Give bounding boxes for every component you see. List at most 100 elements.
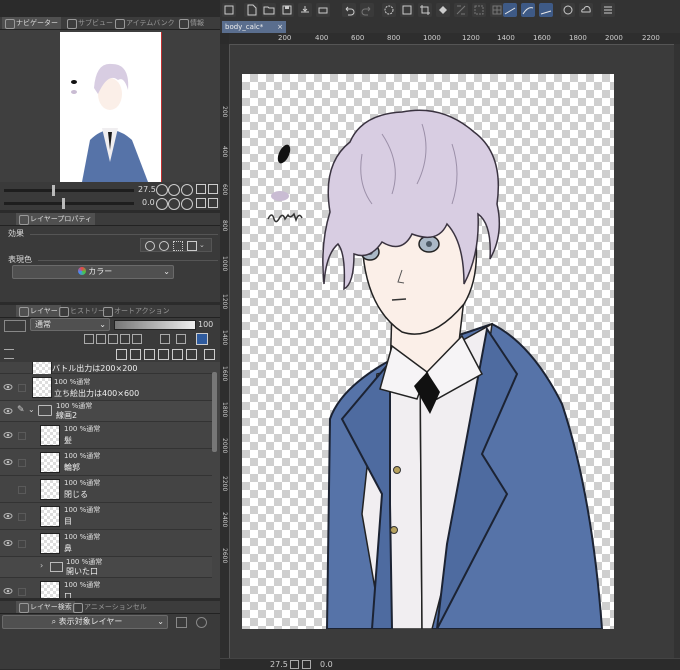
layer-color-icon[interactable] bbox=[187, 241, 197, 251]
pen-icon[interactable]: ✎ bbox=[17, 405, 25, 415]
new-raster-layer-icon[interactable] bbox=[116, 349, 127, 360]
border-effect-icon[interactable] bbox=[145, 241, 155, 251]
chevron-down-icon[interactable]: ⌄ bbox=[28, 405, 35, 414]
tab-info[interactable]: 情報 bbox=[176, 17, 207, 29]
transform-icon[interactable] bbox=[454, 3, 468, 17]
layer-color-swatch[interactable] bbox=[196, 333, 208, 345]
lock-checkbox[interactable] bbox=[18, 384, 26, 392]
menu-icon[interactable] bbox=[601, 3, 615, 17]
zoom-slider[interactable] bbox=[4, 189, 134, 192]
eye-icon[interactable] bbox=[3, 511, 13, 521]
zoom-slider-handle[interactable] bbox=[52, 185, 55, 196]
layer-panel-menu-icon[interactable] bbox=[4, 349, 14, 359]
transfer-down-icon[interactable] bbox=[158, 349, 169, 360]
rotate-left-icon[interactable] bbox=[156, 198, 168, 210]
layer-list-scrollbar[interactable] bbox=[212, 372, 217, 452]
lock-checkbox[interactable] bbox=[18, 513, 26, 521]
right-scroll-strip[interactable] bbox=[674, 44, 680, 658]
zoom-in-icon[interactable] bbox=[168, 184, 180, 196]
rotate-slider[interactable] bbox=[4, 202, 134, 205]
mesh-icon[interactable] bbox=[490, 3, 504, 17]
export-icon[interactable] bbox=[298, 3, 312, 17]
rotate-slider-handle[interactable] bbox=[62, 198, 65, 209]
eye-icon[interactable] bbox=[3, 382, 13, 392]
actual-size-icon[interactable] bbox=[208, 184, 218, 194]
dither-effect-icon[interactable] bbox=[173, 241, 183, 251]
layer-row[interactable]: 100 %通常 口 bbox=[0, 578, 212, 598]
reset-rotation-icon[interactable] bbox=[181, 198, 193, 210]
mask-enable-icon[interactable] bbox=[160, 334, 170, 344]
loading-icon[interactable] bbox=[382, 3, 396, 17]
delete-layer-icon[interactable] bbox=[204, 349, 215, 360]
layer-row[interactable]: 100 %通常 立ち絵出力は400×600 bbox=[0, 374, 212, 401]
draft-icon[interactable] bbox=[108, 334, 118, 344]
lock-icon[interactable] bbox=[120, 334, 130, 344]
drawing-canvas[interactable] bbox=[242, 74, 614, 629]
layer-row[interactable]: 100 %通常 目 bbox=[0, 503, 212, 530]
tab-auto-action[interactable]: オートアクション bbox=[100, 305, 173, 317]
blend-mode-select[interactable]: 通常 ⌄ bbox=[30, 318, 110, 331]
expression-color-select[interactable]: カラー ⌄ bbox=[12, 265, 174, 279]
clip-icon[interactable] bbox=[84, 334, 94, 344]
tab-navigator[interactable]: ナビゲーター bbox=[2, 17, 61, 29]
snap-special-ruler-icon[interactable] bbox=[521, 3, 535, 17]
lock-checkbox[interactable] bbox=[18, 432, 26, 440]
layer-folder-row[interactable]: ✎ ⌄ 100 %通常 線画2 bbox=[0, 401, 212, 422]
stabilization-icon[interactable] bbox=[561, 3, 575, 17]
tone-effect-icon[interactable] bbox=[159, 241, 169, 251]
save-icon[interactable] bbox=[280, 3, 294, 17]
lock-checkbox[interactable] bbox=[18, 588, 26, 596]
tab-subview[interactable]: サブビュー bbox=[64, 17, 116, 29]
flip-vertical-icon[interactable] bbox=[208, 198, 218, 208]
tab-layers[interactable]: レイヤー bbox=[16, 305, 61, 317]
layer-icon[interactable] bbox=[222, 3, 236, 17]
document-tab[interactable]: body_calc* × bbox=[222, 21, 286, 33]
fit-window-icon[interactable] bbox=[196, 184, 206, 194]
opacity-slider[interactable] bbox=[114, 320, 196, 330]
reference-icon[interactable] bbox=[96, 334, 106, 344]
lock-transparent-icon[interactable] bbox=[132, 334, 142, 344]
tab-animation-cell[interactable]: アニメーションセル bbox=[70, 601, 150, 613]
layer-row[interactable]: 100 %通常 閉じる bbox=[0, 476, 212, 503]
chevron-right-icon[interactable]: › bbox=[40, 561, 43, 570]
rotate-right-icon[interactable] bbox=[168, 198, 180, 210]
eye-icon[interactable] bbox=[3, 538, 13, 548]
layer-type-icon[interactable] bbox=[4, 320, 26, 332]
open-folder-icon[interactable] bbox=[262, 3, 276, 17]
search-settings-icon[interactable] bbox=[196, 617, 207, 628]
chevron-down-icon[interactable]: ⌄ bbox=[199, 241, 205, 249]
undo-icon[interactable] bbox=[342, 3, 356, 17]
fit-icon[interactable] bbox=[181, 184, 193, 196]
print-icon[interactable] bbox=[316, 3, 330, 17]
new-vector-layer-icon[interactable] bbox=[130, 349, 141, 360]
fill-icon[interactable] bbox=[436, 3, 450, 17]
new-folder-icon[interactable] bbox=[144, 349, 155, 360]
eye-icon[interactable] bbox=[3, 457, 13, 467]
zoom-out-icon[interactable] bbox=[290, 660, 299, 669]
tab-item-bank[interactable]: アイテムバンク bbox=[112, 17, 178, 29]
tab-layer-property[interactable]: レイヤープロパティ bbox=[16, 213, 95, 225]
clear-icon[interactable] bbox=[400, 3, 414, 17]
snap-grid-icon[interactable] bbox=[539, 3, 553, 17]
flip-horizontal-icon[interactable] bbox=[196, 198, 206, 208]
lock-checkbox[interactable] bbox=[18, 540, 26, 548]
canvas-workspace[interactable] bbox=[230, 45, 680, 658]
redo-icon[interactable] bbox=[360, 3, 374, 17]
search-option-icon[interactable] bbox=[176, 617, 187, 628]
zoom-out-icon[interactable] bbox=[156, 184, 168, 196]
navigator-view[interactable] bbox=[0, 30, 220, 182]
lock-checkbox[interactable] bbox=[18, 459, 26, 467]
tab-layer-search[interactable]: レイヤー検索 bbox=[16, 601, 75, 613]
select-icon[interactable] bbox=[472, 3, 486, 17]
eye-icon[interactable] bbox=[3, 586, 13, 596]
layer-folder-row[interactable]: › 100 %通常 開いた口 bbox=[0, 557, 212, 578]
new-file-icon[interactable] bbox=[244, 3, 258, 17]
eye-icon[interactable] bbox=[3, 406, 13, 416]
layer-row[interactable]: 100 %通常 鼻 bbox=[0, 530, 212, 557]
ruler-range-icon[interactable] bbox=[176, 334, 186, 344]
zoom-in-icon[interactable] bbox=[302, 660, 311, 669]
lock-checkbox[interactable] bbox=[18, 486, 26, 494]
combine-down-icon[interactable] bbox=[172, 349, 183, 360]
layer-row[interactable]: 100 %通常 髪 bbox=[0, 422, 212, 449]
layer-row[interactable]: バトル出力は200×200 bbox=[0, 362, 212, 375]
